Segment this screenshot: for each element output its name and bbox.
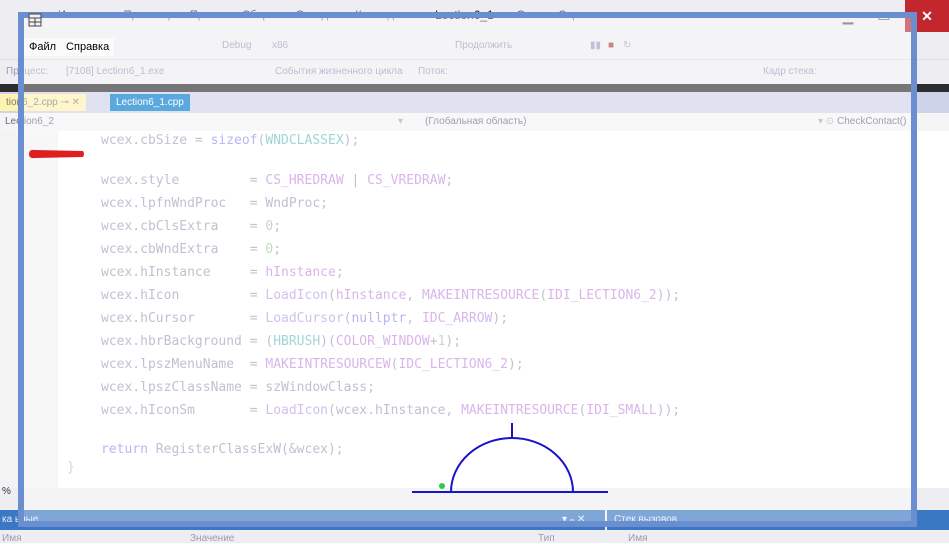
dome-arc [450, 437, 574, 493]
app-menu-item-file[interactable]: Файл [24, 38, 61, 56]
column-header-type[interactable]: Тип [538, 533, 555, 544]
app-icon [28, 13, 42, 27]
column-header-name[interactable]: Имя [2, 533, 21, 544]
app-menu-bar: Файл Справка [24, 38, 115, 56]
app-menu-item-help[interactable]: Справка [61, 38, 114, 56]
green-contact-point [439, 483, 445, 489]
contact-drawing [412, 423, 608, 493]
red-contact-marker [29, 149, 84, 159]
column-header-value[interactable]: Значение [190, 533, 234, 544]
column-header-name-stack[interactable]: Имя [628, 533, 647, 544]
zoom-level[interactable]: % [2, 486, 11, 497]
